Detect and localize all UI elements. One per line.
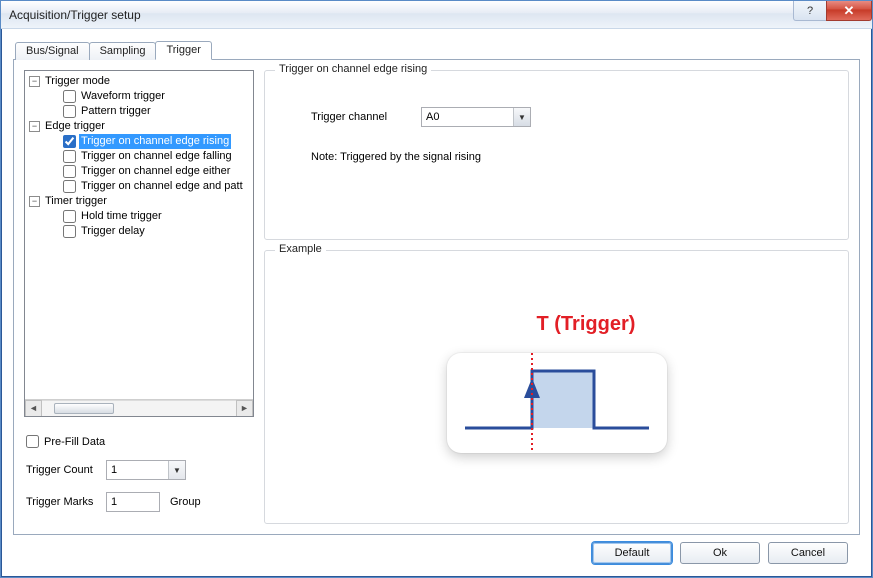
scroll-thumb[interactable] bbox=[54, 403, 114, 414]
tree-checkbox[interactable] bbox=[63, 210, 76, 223]
example-group: Example T (Trigger) bbox=[264, 250, 849, 524]
tree-label: Trigger on channel edge rising bbox=[79, 134, 231, 149]
left-bottom-controls: Pre-Fill Data Trigger Count 1 ▼ Trigger … bbox=[24, 435, 254, 524]
scroll-right-icon[interactable]: ► bbox=[236, 400, 253, 417]
close-icon: ✕ bbox=[844, 3, 855, 19]
scroll-track[interactable] bbox=[42, 400, 236, 417]
tree-checkbox[interactable] bbox=[63, 165, 76, 178]
tree-node-edge-falling[interactable]: Trigger on channel edge falling bbox=[25, 149, 253, 164]
tree-checkbox[interactable] bbox=[63, 105, 76, 118]
right-column: Trigger on channel edge rising Trigger c… bbox=[264, 70, 849, 524]
tree-label: Pattern trigger bbox=[79, 104, 153, 119]
window-title: Acquisition/Trigger setup bbox=[9, 8, 141, 22]
chevron-down-icon[interactable]: ▼ bbox=[168, 461, 185, 479]
tree-checkbox[interactable] bbox=[63, 225, 76, 238]
help-button[interactable]: ? bbox=[793, 1, 827, 21]
t-trigger-label: T (Trigger) bbox=[537, 313, 636, 336]
trigger-count-label: Trigger Count bbox=[26, 464, 106, 476]
example-diagram: T (Trigger) bbox=[437, 303, 677, 473]
dialog-window: Acquisition/Trigger setup ? ✕ Bus/Signal… bbox=[0, 0, 873, 578]
group-legend: Trigger on channel edge rising bbox=[275, 63, 431, 75]
tree-node-edge-either[interactable]: Trigger on channel edge either bbox=[25, 164, 253, 179]
tree-label: Waveform trigger bbox=[79, 89, 167, 104]
trigger-count-value: 1 bbox=[107, 464, 168, 476]
trigger-channel-value: A0 bbox=[422, 111, 513, 123]
tab-panel-trigger: − Trigger mode Waveform trigger Pattern … bbox=[13, 59, 860, 535]
trigger-channel-label: Trigger channel bbox=[311, 111, 421, 123]
tab-trigger[interactable]: Trigger bbox=[155, 41, 211, 60]
trigger-marks-input[interactable] bbox=[106, 492, 160, 512]
tree-node-edge-trigger[interactable]: − Edge trigger bbox=[25, 119, 253, 134]
tree-label: Hold time trigger bbox=[79, 209, 164, 224]
trigger-settings-group: Trigger on channel edge rising Trigger c… bbox=[264, 70, 849, 240]
tree-node-timer-trigger[interactable]: − Timer trigger bbox=[25, 194, 253, 209]
tree-node-trigger-mode[interactable]: − Trigger mode bbox=[25, 74, 253, 89]
prefill-row: Pre-Fill Data bbox=[26, 435, 252, 448]
prefill-label: Pre-Fill Data bbox=[44, 436, 105, 448]
tree-label: Trigger on channel edge falling bbox=[79, 149, 234, 164]
left-column: − Trigger mode Waveform trigger Pattern … bbox=[24, 70, 254, 524]
tree-node-waveform-trigger[interactable]: Waveform trigger bbox=[25, 89, 253, 104]
tree-checkbox[interactable] bbox=[63, 180, 76, 193]
scroll-left-icon[interactable]: ◄ bbox=[25, 400, 42, 417]
tree-label: Trigger mode bbox=[43, 74, 112, 89]
expander-icon[interactable]: − bbox=[29, 196, 40, 207]
tree-label: Trigger on channel edge either bbox=[79, 164, 232, 179]
ok-button[interactable]: Ok bbox=[680, 542, 760, 564]
tree-horizontal-scrollbar[interactable]: ◄ ► bbox=[25, 399, 253, 416]
example-legend: Example bbox=[275, 243, 326, 255]
prefill-checkbox[interactable] bbox=[26, 435, 39, 448]
trigger-marks-label: Trigger Marks bbox=[26, 496, 106, 508]
tree-container: − Trigger mode Waveform trigger Pattern … bbox=[24, 70, 254, 417]
tree-node-hold-time[interactable]: Hold time trigger bbox=[25, 209, 253, 224]
tab-sampling[interactable]: Sampling bbox=[89, 42, 157, 60]
chevron-down-icon[interactable]: ▼ bbox=[513, 108, 530, 126]
tree-node-trigger-delay[interactable]: Trigger delay bbox=[25, 224, 253, 239]
expander-icon[interactable]: − bbox=[29, 121, 40, 132]
tree-node-edge-pattern[interactable]: Trigger on channel edge and patt bbox=[25, 179, 253, 194]
channel-row: Trigger channel A0 ▼ bbox=[311, 107, 832, 127]
tree-node-edge-rising[interactable]: Trigger on channel edge rising bbox=[25, 134, 253, 149]
dialog-content: Bus/Signal Sampling Trigger − Trigger mo… bbox=[1, 29, 872, 577]
group-label: Group bbox=[170, 496, 201, 508]
tree-node-pattern-trigger[interactable]: Pattern trigger bbox=[25, 104, 253, 119]
tree-checkbox[interactable] bbox=[63, 135, 76, 148]
tree-checkbox[interactable] bbox=[63, 90, 76, 103]
close-button[interactable]: ✕ bbox=[826, 1, 872, 21]
trigger-tree[interactable]: − Trigger mode Waveform trigger Pattern … bbox=[25, 71, 253, 399]
waveform-icon bbox=[447, 353, 667, 453]
help-icon: ? bbox=[807, 5, 813, 17]
tree-label: Edge trigger bbox=[43, 119, 107, 134]
tree-checkbox[interactable] bbox=[63, 150, 76, 163]
trigger-note: Note: Triggered by the signal rising bbox=[311, 151, 832, 163]
trigger-marks-row: Trigger Marks Group bbox=[26, 492, 252, 512]
window-controls: ? ✕ bbox=[794, 1, 872, 28]
dialog-footer: Default Ok Cancel bbox=[13, 535, 860, 571]
trigger-channel-combo[interactable]: A0 ▼ bbox=[421, 107, 531, 127]
default-button[interactable]: Default bbox=[592, 542, 672, 564]
trigger-count-row: Trigger Count 1 ▼ bbox=[26, 460, 252, 480]
tree-label: Trigger delay bbox=[79, 224, 147, 239]
tree-label: Trigger on channel edge and patt bbox=[79, 179, 245, 194]
titlebar: Acquisition/Trigger setup ? ✕ bbox=[1, 1, 872, 29]
expander-icon[interactable]: − bbox=[29, 76, 40, 87]
cancel-button[interactable]: Cancel bbox=[768, 542, 848, 564]
trigger-count-combo[interactable]: 1 ▼ bbox=[106, 460, 186, 480]
tab-bus-signal[interactable]: Bus/Signal bbox=[15, 42, 90, 60]
tree-label: Timer trigger bbox=[43, 194, 109, 209]
tabstrip: Bus/Signal Sampling Trigger bbox=[15, 37, 860, 59]
